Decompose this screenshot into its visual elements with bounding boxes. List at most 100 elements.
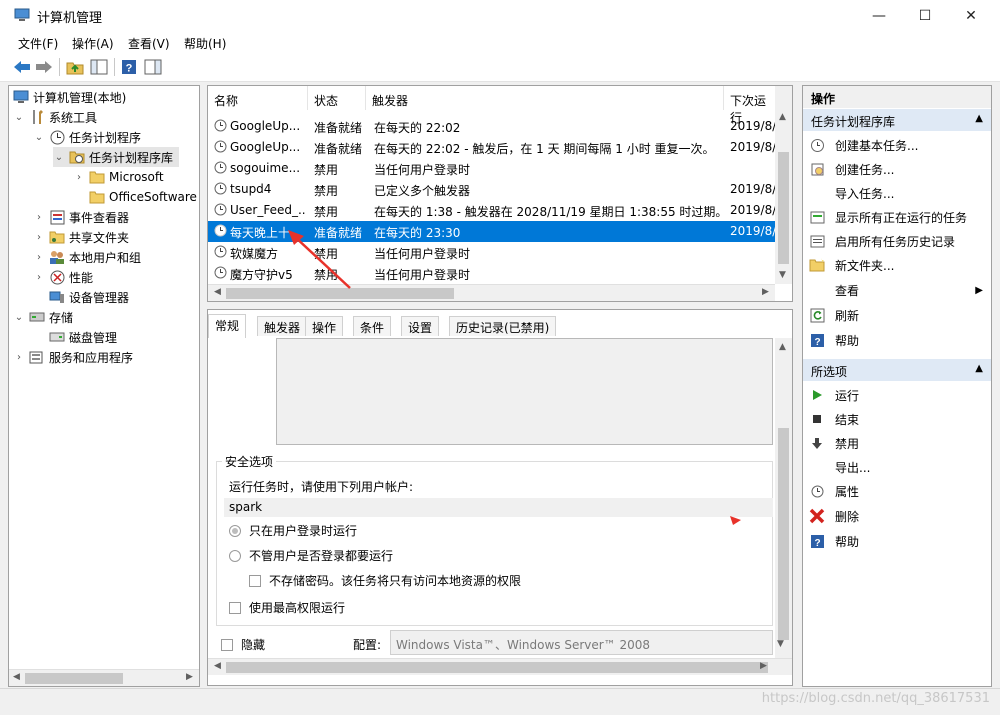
section-task-scheduler-library[interactable]: 任务计划程序库 ▲	[803, 109, 991, 131]
column-header-next-run[interactable]: 下次运行	[724, 86, 775, 125]
table-row[interactable]: tsupd4 禁用 已定义多个触发器 2019/8/	[208, 179, 775, 200]
radio-run-any-user[interactable]: 不管用户是否登录都要运行	[229, 547, 393, 564]
tree-item-computer-management[interactable]: 计算机管理(本地)	[13, 87, 126, 107]
maximize-button[interactable]: ☐	[902, 0, 948, 31]
action-properties[interactable]: 属性	[803, 479, 991, 503]
scroll-right-icon[interactable]: ▶	[186, 672, 193, 682]
checkbox[interactable]	[221, 639, 233, 651]
tree-horizontal-scrollbar[interactable]: ◀ ▶	[9, 669, 199, 686]
column-header-status[interactable]: 状态	[308, 86, 366, 110]
action-delete[interactable]: 删除	[803, 504, 991, 528]
checkbox[interactable]	[249, 575, 261, 587]
scroll-left-icon[interactable]: ◀	[13, 672, 20, 682]
tab-actions[interactable]: 操作	[305, 316, 344, 336]
action-display-running-tasks[interactable]: 显示所有正在运行的任务	[803, 205, 991, 229]
menu-action[interactable]: 操作(A)	[72, 35, 114, 52]
action-run[interactable]: 运行	[803, 383, 991, 407]
table-row[interactable]: GoogleUp... 准备就绪 在每天的 22:02 - 触发后，在 1 天 …	[208, 137, 775, 158]
column-header-trigger[interactable]: 触发器	[366, 86, 724, 110]
scrollbar-thumb[interactable]	[778, 152, 789, 264]
collapse-icon[interactable]: ▲	[975, 113, 983, 124]
detail-vertical-scrollbar[interactable]: ▲	[775, 338, 792, 658]
scroll-left-icon[interactable]: ◀	[214, 287, 221, 297]
checkbox-highest-privileges[interactable]: 使用最高权限运行	[229, 599, 345, 616]
action-enable-history[interactable]: 启用所有任务历史记录	[803, 229, 991, 253]
back-button[interactable]	[12, 57, 32, 77]
tree-item-officesoftware[interactable]: OfficeSoftware	[89, 187, 197, 207]
chevron-right-icon[interactable]: ›	[33, 252, 45, 263]
action-new-folder[interactable]: 新文件夹...	[803, 253, 991, 277]
scroll-up-icon[interactable]: ▲	[779, 342, 786, 352]
chevron-right-icon[interactable]: ›	[33, 212, 45, 223]
chevron-down-icon[interactable]: ⌄	[13, 112, 25, 123]
tree-item-microsoft[interactable]: › Microsoft	[73, 167, 164, 187]
tree-item-event-viewer[interactable]: › 事件查看器	[33, 207, 129, 227]
menu-help[interactable]: 帮助(H)	[184, 35, 226, 52]
scroll-down-icon[interactable]: ▼	[779, 270, 786, 280]
menu-file[interactable]: 文件(F)	[18, 35, 58, 52]
help-button[interactable]: ?	[119, 57, 139, 77]
close-button[interactable]: ✕	[948, 0, 994, 31]
scrollbar-thumb[interactable]	[778, 428, 789, 640]
tab-conditions[interactable]: 条件	[353, 316, 392, 336]
checkbox-hidden[interactable]: 隐藏	[221, 636, 265, 653]
action-disable[interactable]: 禁用	[803, 431, 991, 455]
action-export[interactable]: 导出...	[803, 455, 991, 479]
checkbox-no-store-password[interactable]: 不存储密码。该任务将只有访问本地资源的权限	[249, 572, 521, 589]
table-row[interactable]: User_Feed_... 禁用 在每天的 1:38 - 触发器在 2028/1…	[208, 200, 775, 221]
chevron-down-icon[interactable]: ⌄	[13, 312, 25, 323]
table-row[interactable]: sogouime... 禁用 当任何用户登录时	[208, 158, 775, 179]
scroll-right-icon[interactable]: ▶	[760, 661, 767, 671]
show-hide-tree-button[interactable]	[89, 57, 109, 77]
tab-triggers[interactable]: 触发器	[257, 316, 308, 336]
minimize-button[interactable]: —	[856, 0, 902, 31]
tree-item-services-applications[interactable]: › 服务和应用程序	[13, 347, 133, 367]
scrollbar-thumb[interactable]	[226, 662, 768, 673]
scroll-up-icon[interactable]: ▲	[779, 112, 786, 122]
section-selected-item[interactable]: 所选项 ▲	[803, 359, 991, 381]
action-view[interactable]: 查看 ▶	[803, 278, 991, 302]
column-header-name[interactable]: 名称	[208, 86, 308, 110]
tree-item-performance[interactable]: › 性能	[33, 267, 93, 287]
description-box[interactable]	[276, 338, 773, 445]
detail-horizontal-scrollbar[interactable]: ◀ ▶ ▼	[208, 639, 792, 675]
forward-button[interactable]	[34, 57, 54, 77]
tree-item-task-scheduler[interactable]: ⌄ 任务计划程序	[33, 127, 141, 147]
action-refresh[interactable]: 刷新	[803, 303, 991, 327]
radio-run-logged-on[interactable]: 只在用户登录时运行	[229, 522, 357, 539]
chevron-right-icon[interactable]: ›	[13, 352, 25, 363]
chevron-right-icon[interactable]: ›	[73, 172, 85, 183]
collapse-icon[interactable]: ▲	[975, 363, 983, 374]
tree-item-device-manager[interactable]: 设备管理器	[49, 287, 129, 307]
action-end[interactable]: 结束	[803, 407, 991, 431]
configure-dropdown[interactable]: Windows Vista™、Windows Server™ 2008	[390, 630, 773, 655]
scrollbar-thumb[interactable]	[25, 673, 123, 684]
scroll-right-icon[interactable]: ▶	[762, 287, 769, 297]
chevron-down-icon[interactable]: ⌄	[33, 132, 45, 143]
action-help-library[interactable]: ? 帮助	[803, 328, 991, 352]
menu-view[interactable]: 查看(V)	[128, 35, 170, 52]
chevron-down-icon[interactable]: ⌄	[53, 152, 65, 163]
tree-item-system-tools[interactable]: ⌄ 系统工具	[13, 107, 97, 127]
scroll-down-icon[interactable]: ▼	[777, 639, 784, 649]
table-row[interactable]: GoogleUp... 准备就绪 在每天的 22:02 2019/8/	[208, 116, 775, 137]
user-account-field[interactable]: spark	[224, 498, 773, 517]
action-import-task[interactable]: 导入任务...	[803, 181, 991, 205]
scroll-left-icon[interactable]: ◀	[214, 661, 221, 671]
action-help-selected[interactable]: ? 帮助	[803, 529, 991, 553]
radio-selected[interactable]	[229, 525, 241, 537]
up-folder-button[interactable]	[65, 57, 85, 77]
tree-item-shared-folders[interactable]: › 共享文件夹	[33, 227, 129, 247]
tab-history[interactable]: 历史记录(已禁用)	[449, 316, 557, 336]
tree-item-disk-management[interactable]: 磁盘管理	[49, 327, 117, 347]
action-create-basic-task[interactable]: 创建基本任务...	[803, 133, 991, 157]
tree-item-storage[interactable]: ⌄ 存储	[13, 307, 73, 327]
tree-item-task-scheduler-library[interactable]: ⌄ 任务计划程序库	[53, 147, 180, 167]
tree-item-local-users-groups[interactable]: › 本地用户和组	[33, 247, 141, 267]
chevron-right-icon[interactable]: ›	[33, 272, 45, 283]
checkbox[interactable]	[229, 602, 241, 614]
tab-general[interactable]: 常规	[208, 314, 247, 338]
tab-settings[interactable]: 设置	[401, 316, 440, 336]
task-list-vertical-scrollbar[interactable]: ▲ ▼	[775, 86, 792, 284]
action-create-task[interactable]: 创建任务...	[803, 157, 991, 181]
